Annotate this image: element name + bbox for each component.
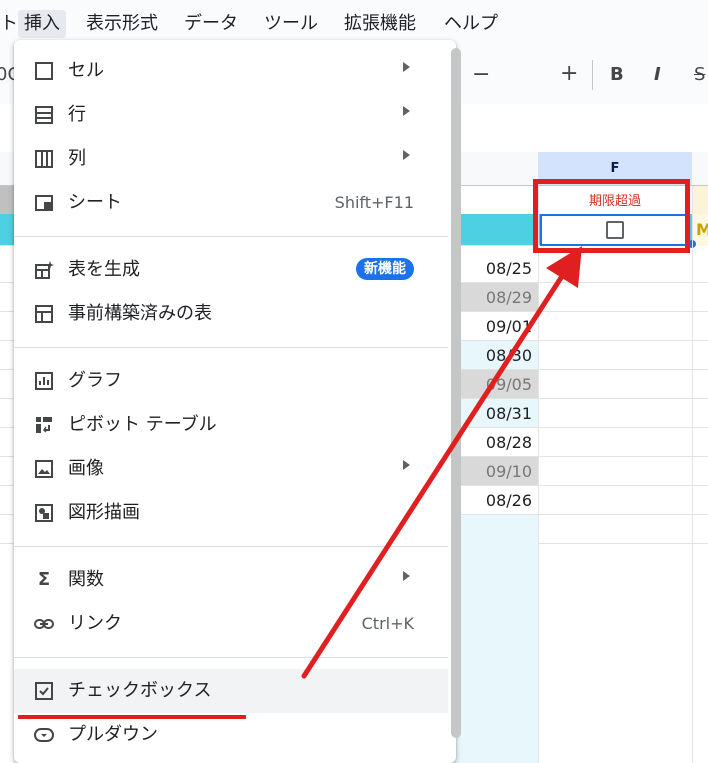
annotation-arrow [301,246,582,679]
